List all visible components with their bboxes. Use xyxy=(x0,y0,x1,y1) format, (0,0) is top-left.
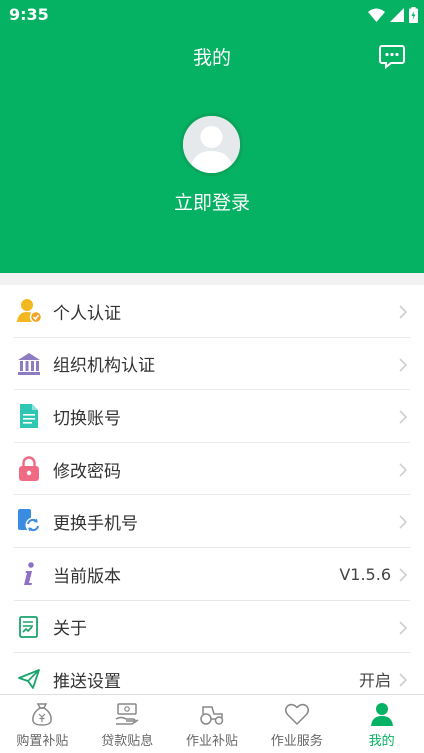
message-button[interactable] xyxy=(377,41,407,71)
wifi-icon xyxy=(368,8,385,22)
menu-item-label: 修改密码 xyxy=(53,461,121,482)
message-icon xyxy=(379,45,405,70)
tab-operation-subsidy[interactable]: 作业补贴 xyxy=(170,695,255,753)
chevron-right-icon xyxy=(399,515,408,529)
tab-mine[interactable]: 我的 xyxy=(339,695,424,753)
battery-icon xyxy=(409,7,418,23)
tab-label: 作业服务 xyxy=(270,734,323,749)
bottom-tab-bar: 购置补贴 贷款贴息 作业补贴 作业服务 我的 xyxy=(0,694,424,753)
heart-icon xyxy=(284,703,309,725)
menu-item-label: 个人认证 xyxy=(53,303,121,324)
send-icon xyxy=(16,665,42,693)
menu-item-personal-verification[interactable]: 个人认证 xyxy=(0,285,424,338)
menu-item-label: 当前版本 xyxy=(53,566,121,587)
user-verified-icon xyxy=(16,297,42,325)
settings-menu: 个人认证 组织机构认证 切换账号 修改密码 更换手机号 当前版本 V1.5.6 … xyxy=(0,285,424,706)
info-icon xyxy=(16,560,42,588)
page-title: 我的 xyxy=(192,47,231,69)
menu-item-label: 更换手机号 xyxy=(53,514,138,535)
chevron-right-icon xyxy=(399,358,408,372)
menu-item-change-phone[interactable]: 更换手机号 xyxy=(0,495,424,548)
menu-item-organization-verification[interactable]: 组织机构认证 xyxy=(0,338,424,391)
status-time: 9:35 xyxy=(9,5,49,24)
money-bag-icon xyxy=(32,703,53,726)
chevron-right-icon xyxy=(399,568,408,582)
profile-page: 9:35 我的 立即登录 个人认证 组织机构认证 切换账号 修改密码 更换手机号… xyxy=(0,0,424,753)
chevron-right-icon xyxy=(399,673,408,687)
menu-item-label: 组织机构认证 xyxy=(53,356,155,377)
tab-loan-interest[interactable]: 贷款贴息 xyxy=(85,695,170,753)
chevron-right-icon xyxy=(399,463,408,477)
bank-building-icon xyxy=(16,350,42,378)
version-value: V1.5.6 xyxy=(339,564,391,584)
menu-item-switch-account[interactable]: 切换账号 xyxy=(0,390,424,443)
menu-item-label: 推送设置 xyxy=(53,671,121,692)
menu-item-current-version[interactable]: 当前版本 V1.5.6 xyxy=(0,548,424,601)
menu-item-label: 切换账号 xyxy=(53,408,121,429)
tab-label: 作业补贴 xyxy=(185,734,238,749)
tab-label: 贷款贴息 xyxy=(101,734,154,749)
user-icon xyxy=(370,703,393,726)
push-status-value: 开启 xyxy=(358,671,391,691)
menu-item-label: 关于 xyxy=(53,619,87,640)
tab-label: 购置补贴 xyxy=(16,734,69,749)
user-placeholder-icon xyxy=(183,116,240,173)
status-icons xyxy=(368,6,418,24)
section-gap xyxy=(0,273,424,285)
document-icon xyxy=(16,402,42,430)
tab-purchase-subsidy[interactable]: 购置补贴 xyxy=(0,695,85,753)
about-document-icon xyxy=(16,613,42,641)
signal-icon xyxy=(390,8,404,22)
profile-header: 9:35 我的 立即登录 xyxy=(0,0,424,273)
chevron-right-icon xyxy=(399,620,408,635)
menu-item-about[interactable]: 关于 xyxy=(0,601,424,654)
cash-hand-icon xyxy=(115,703,139,725)
chevron-right-icon xyxy=(399,410,408,424)
phone-refresh-icon xyxy=(16,507,42,535)
tab-label: 我的 xyxy=(368,734,395,749)
tractor-icon xyxy=(200,706,224,725)
chevron-right-icon xyxy=(399,305,408,319)
avatar[interactable] xyxy=(180,113,243,176)
login-link[interactable]: 立即登录 xyxy=(0,188,424,215)
tab-operation-service[interactable]: 作业服务 xyxy=(254,695,339,753)
status-bar: 9:35 xyxy=(0,0,424,30)
menu-item-change-password[interactable]: 修改密码 xyxy=(0,443,424,496)
lock-icon xyxy=(16,455,42,483)
